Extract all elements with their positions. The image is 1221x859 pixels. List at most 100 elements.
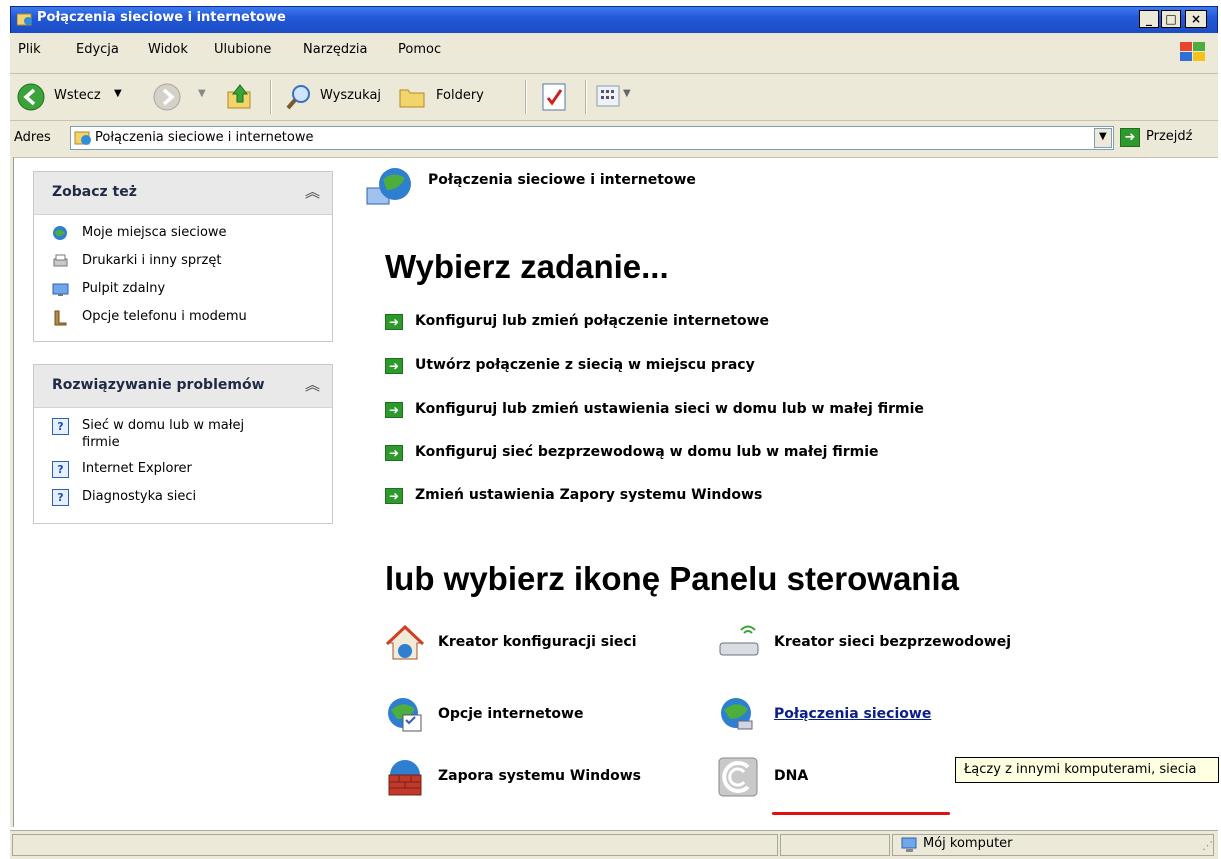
task-wireless-network[interactable]: ➜ Konfiguruj sieć bezprzewodową w domu l…: [385, 443, 945, 463]
window-frame-left: [10, 157, 14, 827]
task-workplace-connection[interactable]: ➜ Utwórz połączenie z siecią w miejscu p…: [385, 356, 845, 376]
address-dropdown-button[interactable]: ▼: [1094, 128, 1112, 148]
folders-button[interactable]: Foldery: [396, 80, 506, 114]
troubleshooting-header[interactable]: Rozwiązywanie problemów ︽: [34, 365, 332, 408]
dna-icon: [718, 757, 758, 797]
views-button[interactable]: ▼: [595, 82, 635, 112]
collapse-chevron-icon[interactable]: ︽: [305, 374, 320, 395]
task-label: Konfiguruj lub zmień ustawienia sieci w …: [415, 401, 924, 417]
internet-options-icon: [388, 698, 422, 732]
go-button[interactable]: ➜ Przejdź: [1120, 126, 1216, 150]
address-value: Połączenia sieciowe i internetowe: [95, 130, 314, 145]
task-firewall-settings[interactable]: ➜ Zmień ustawienia Zapory systemu Window…: [385, 486, 805, 506]
status-bar: Mój komputer ⋰: [10, 830, 1218, 859]
go-label: Przejdź: [1146, 129, 1193, 144]
help-icon: ?: [52, 489, 69, 506]
status-pane-main: [12, 834, 778, 856]
menu-widok[interactable]: Widok: [148, 42, 188, 57]
icon-label: Zapora systemu Windows: [438, 768, 641, 784]
tooltip: Łączy z innymi komputerami, siecia: [955, 757, 1219, 783]
pick-icon-heading: lub wybierz ikonę Panelu sterowania: [385, 560, 959, 597]
forward-button[interactable]: ▼: [150, 80, 206, 114]
troubleshooting-title: Rozwiązywanie problemów: [52, 377, 265, 393]
firewall-icon: [388, 760, 422, 796]
sidebar-item-label: Opcje telefonu i modemu: [82, 309, 247, 324]
task-arrow-icon: ➜: [385, 358, 403, 374]
tasks-checklist-icon[interactable]: [540, 82, 568, 112]
network-connections[interactable]: Połączenia sieciowe: [718, 695, 968, 735]
task-arrow-icon: ➜: [385, 314, 403, 330]
close-button[interactable]: ×: [1185, 10, 1207, 28]
network-connections-link[interactable]: Połączenia sieciowe: [774, 706, 931, 722]
icon-label: DNA: [774, 768, 809, 784]
sidebar-item-label: Moje miejsca sieciowe: [82, 225, 227, 240]
printer-icon: [53, 254, 68, 267]
address-bar: Adres Połączenia sieciowe i internetowe …: [10, 121, 1218, 158]
windows-firewall[interactable]: Zapora systemu Windows: [385, 757, 685, 797]
search-icon: [286, 85, 310, 110]
network-setup-wizard[interactable]: Kreator konfiguracji sieci: [385, 623, 675, 663]
views-dropdown-icon: ▼: [623, 88, 631, 99]
task-arrow-icon: ➜: [385, 445, 403, 461]
wireless-network-wizard[interactable]: Kreator sieci bezprzewodowej: [718, 623, 1048, 663]
menu-pomoc[interactable]: Pomoc: [398, 42, 441, 57]
highlight-underline: [772, 812, 950, 815]
help-icon: ?: [52, 461, 69, 478]
folders-label: Foldery: [436, 88, 484, 103]
forward-dropdown-icon[interactable]: ▼: [198, 88, 206, 99]
sidebar-item-label: Internet Explorer: [82, 461, 192, 476]
up-folder-icon[interactable]: [225, 82, 255, 112]
network-places-icon: [53, 226, 67, 240]
title-bar[interactable]: Połączenia sieciowe i internetowe _ □ ×: [10, 6, 1218, 34]
network-connections-icon: [721, 698, 753, 730]
search-label: Wyszukaj: [320, 88, 382, 103]
network-folder-icon: [74, 131, 91, 145]
status-pane-middle: [780, 834, 890, 856]
task-label: Konfiguruj sieć bezprzewodową w domu lub…: [415, 444, 879, 460]
category-title: Połączenia sieciowe i internetowe: [428, 172, 696, 188]
menu-plik[interactable]: Plik: [18, 42, 41, 57]
icon-label: Kreator konfiguracji sieci: [438, 634, 637, 650]
sidebar-item-label: Drukarki i inny sprzęt: [82, 253, 222, 268]
help-icon: ?: [52, 418, 69, 435]
remote-desktop-icon: [52, 283, 69, 296]
address-field[interactable]: Połączenia sieciowe i internetowe ▼: [70, 126, 1114, 150]
see-also-panel: Zobacz też ︽ Moje miejsca sieciowe Druka…: [33, 171, 333, 342]
see-also-header[interactable]: Zobacz też ︽: [34, 172, 332, 215]
resize-grip-icon[interactable]: ⋰: [1202, 839, 1213, 852]
search-button[interactable]: Wyszukaj: [282, 80, 392, 114]
wireless-wizard-icon: [719, 625, 759, 656]
icon-label: Kreator sieci bezprzewodowej: [774, 634, 1012, 650]
task-label: Konfiguruj lub zmień połączenie internet…: [415, 313, 770, 329]
dna-item[interactable]: DNA: [718, 757, 858, 797]
network-setup-wizard-icon: [385, 624, 425, 660]
task-configure-internet[interactable]: ➜ Konfiguruj lub zmień połączenie intern…: [385, 312, 845, 332]
task-arrow-icon: ➜: [385, 402, 403, 418]
go-arrow-icon: ➜: [1120, 128, 1140, 147]
folders-icon: [399, 89, 425, 108]
forward-arrow-icon: [153, 83, 181, 111]
maximize-button[interactable]: □: [1161, 10, 1181, 28]
back-label: Wstecz: [54, 88, 101, 103]
chevron-down-icon: ▼: [1099, 131, 1107, 142]
sidebar-item-label: Pulpit zdalny: [82, 281, 166, 296]
back-dropdown-icon[interactable]: ▼: [114, 88, 122, 99]
phone-icon: [54, 310, 67, 326]
back-arrow-icon: [17, 83, 45, 111]
icon-label: Opcje internetowe: [438, 706, 584, 722]
collapse-chevron-icon[interactable]: ︽: [305, 181, 320, 202]
minimize-button[interactable]: _: [1139, 10, 1159, 28]
menu-narzedzia[interactable]: Narzędzia: [303, 42, 368, 57]
menu-edycja[interactable]: Edycja: [76, 42, 119, 57]
back-button[interactable]: Wstecz ▼: [14, 80, 134, 114]
window-title: Połączenia sieciowe i internetowe: [37, 10, 286, 25]
see-also-title: Zobacz też: [52, 184, 137, 200]
internet-options[interactable]: Opcje internetowe: [385, 695, 625, 735]
my-computer-icon: [901, 837, 917, 852]
windows-logo-icon: [1180, 42, 1205, 61]
menu-ulubione[interactable]: Ulubione: [214, 42, 271, 57]
troubleshooting-panel: Rozwiązywanie problemów ︽ ? Sieć w domu …: [33, 364, 333, 524]
task-label: Zmień ustawienia Zapory systemu Windows: [415, 487, 763, 503]
task-home-network-settings[interactable]: ➜ Konfiguruj lub zmień ustawienia sieci …: [385, 400, 985, 420]
address-label: Adres: [14, 130, 51, 145]
